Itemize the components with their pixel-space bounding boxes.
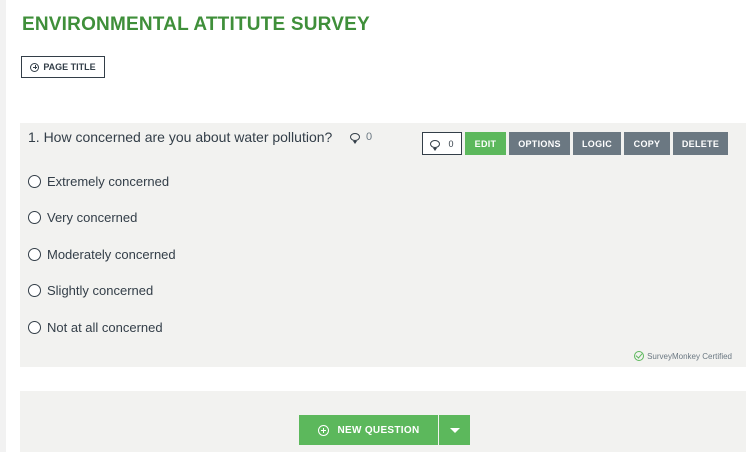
comment-icon bbox=[350, 133, 360, 144]
choice-label: Extremely concerned bbox=[47, 174, 170, 189]
delete-button[interactable]: DELETE bbox=[673, 132, 728, 155]
choice-label: Slightly concerned bbox=[47, 283, 154, 298]
options-button[interactable]: OPTIONS bbox=[509, 132, 570, 155]
comments-button[interactable]: 0 bbox=[422, 132, 462, 155]
choice-label: Very concerned bbox=[47, 210, 138, 225]
left-edge-strip bbox=[0, 0, 6, 452]
plus-circle-icon bbox=[30, 62, 40, 72]
choice-label: Moderately concerned bbox=[47, 247, 176, 262]
page-title-label: PAGE TITLE bbox=[43, 62, 96, 72]
radio-button[interactable] bbox=[28, 211, 41, 224]
new-question-section: NEW QUESTION bbox=[20, 391, 746, 452]
chevron-down-icon bbox=[449, 427, 460, 433]
add-page-title-button[interactable]: PAGE TITLE bbox=[21, 56, 105, 78]
question-comment-indicator[interactable]: 0 bbox=[350, 131, 373, 144]
radio-button[interactable] bbox=[28, 284, 41, 297]
question-comment-count: 0 bbox=[366, 131, 373, 143]
question-text[interactable]: 1. How concerned are you about water pol… bbox=[28, 129, 332, 145]
check-circle-icon bbox=[634, 351, 645, 361]
radio-button[interactable] bbox=[28, 248, 41, 261]
question-toolbar: 0 EDIT OPTIONS LOGIC COPY DELETE bbox=[422, 132, 728, 155]
new-question-button[interactable]: NEW QUESTION bbox=[299, 415, 438, 445]
new-question-dropdown-button[interactable] bbox=[439, 415, 470, 445]
new-question-label: NEW QUESTION bbox=[337, 424, 420, 436]
copy-button[interactable]: COPY bbox=[624, 132, 670, 155]
edit-button[interactable]: EDIT bbox=[465, 132, 506, 155]
survey-title[interactable]: ENVIRONMENTAL ATTITUTE SURVEY bbox=[22, 14, 370, 36]
certified-label: SurveyMonkey Certified bbox=[647, 351, 732, 361]
answer-choice[interactable]: Not at all concerned bbox=[28, 320, 163, 335]
comments-count: 0 bbox=[448, 138, 454, 149]
question-card[interactable]: 1. How concerned are you about water pol… bbox=[20, 123, 746, 367]
answer-choice[interactable]: Very concerned bbox=[28, 210, 137, 225]
plus-circle-icon bbox=[317, 424, 329, 436]
choice-label: Not at all concerned bbox=[47, 320, 163, 335]
radio-button[interactable] bbox=[28, 321, 41, 334]
answer-choice[interactable]: Moderately concerned bbox=[28, 247, 176, 262]
answer-choice[interactable]: Extremely concerned bbox=[28, 174, 169, 189]
answer-choice[interactable]: Slightly concerned bbox=[28, 283, 153, 298]
certified-badge[interactable]: SurveyMonkey Certified bbox=[634, 351, 732, 361]
logic-button[interactable]: LOGIC bbox=[573, 132, 621, 155]
comment-icon bbox=[430, 139, 441, 151]
radio-button[interactable] bbox=[28, 175, 41, 188]
